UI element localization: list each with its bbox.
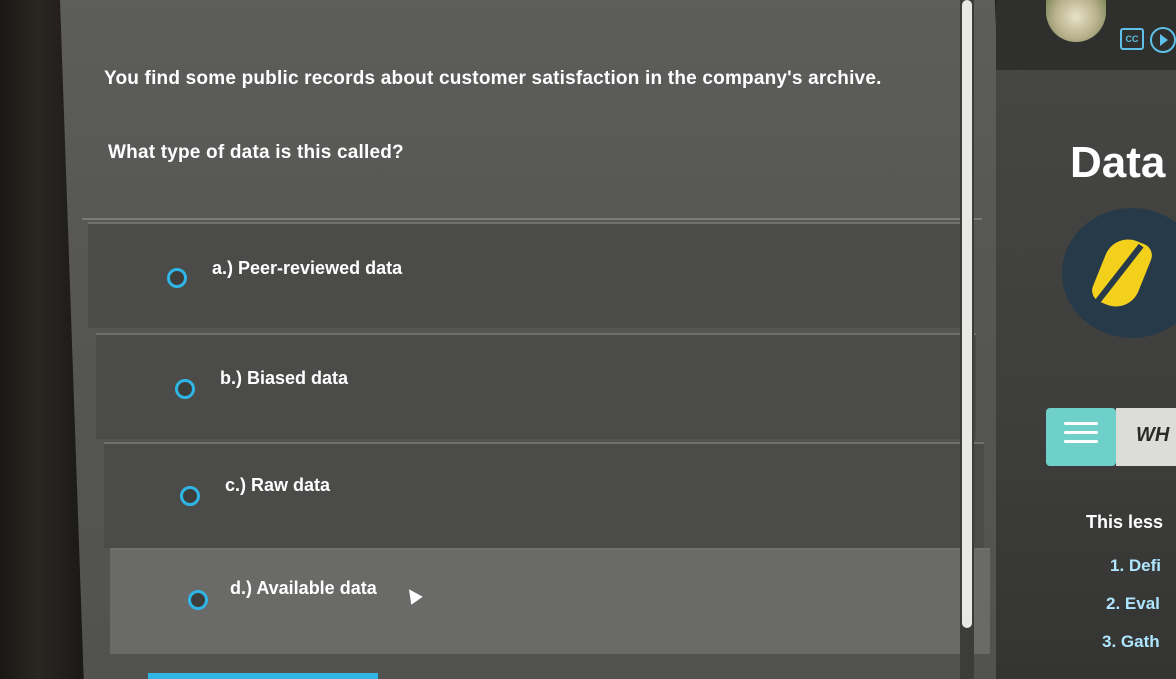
side-panel-title: Data	[1070, 138, 1166, 187]
question-prompt: You find some public records about custo…	[104, 68, 882, 89]
option-a-label: a.) Peer-reviewed data	[212, 258, 403, 278]
radio-c[interactable]	[180, 486, 200, 506]
scrollbar-thumb[interactable]	[962, 0, 972, 628]
cc-icon[interactable]: CC	[1120, 28, 1144, 50]
option-d[interactable]	[110, 548, 990, 654]
lesson-item: 1. Defi	[1110, 556, 1162, 575]
divider	[82, 218, 982, 220]
lesson-item: 3. Gath	[1102, 632, 1160, 651]
radio-b[interactable]	[175, 379, 195, 399]
side-panel	[996, 0, 1176, 679]
question-text: What type of data is this called?	[108, 142, 404, 163]
lesson-item: 2. Eval	[1106, 594, 1160, 613]
lesson-intro: This less	[1086, 512, 1164, 532]
screen: You find some public records about custo…	[0, 0, 1176, 679]
submit-bar[interactable]	[148, 673, 378, 679]
radio-d[interactable]	[188, 590, 208, 610]
option-c-label: c.) Raw data	[225, 475, 331, 495]
play-icon[interactable]	[1150, 27, 1176, 53]
option-b-label: b.) Biased data	[220, 368, 349, 388]
radio-a[interactable]	[167, 268, 187, 288]
option-d-label: d.) Available data	[230, 578, 377, 598]
list-icon	[1064, 422, 1098, 452]
wh-tab-label: WH	[1136, 424, 1170, 446]
